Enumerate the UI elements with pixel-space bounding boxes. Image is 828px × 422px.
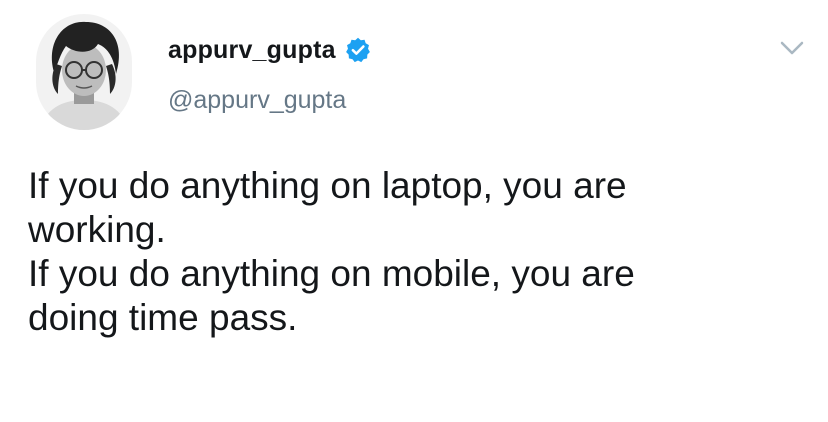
avatar-image bbox=[36, 14, 132, 130]
display-name[interactable]: appurv_gupta bbox=[168, 36, 336, 65]
tweet-text: If you do anything on laptop, you are wo… bbox=[28, 164, 818, 340]
tweet-text-line: working. bbox=[28, 209, 166, 250]
verified-badge-icon bbox=[344, 36, 372, 64]
tweet-card: appurv_gupta @appurv_gupta If you do any… bbox=[0, 0, 828, 422]
avatar[interactable] bbox=[36, 14, 132, 130]
author-row: appurv_gupta bbox=[168, 32, 372, 68]
tweet-text-line: If you do anything on mobile, you are bbox=[28, 253, 635, 294]
tweet-text-line: doing time pass. bbox=[28, 297, 298, 338]
user-handle[interactable]: @appurv_gupta bbox=[168, 86, 346, 115]
tweet-text-line: If you do anything on laptop, you are bbox=[28, 165, 627, 206]
chevron-down-icon[interactable] bbox=[778, 38, 806, 58]
